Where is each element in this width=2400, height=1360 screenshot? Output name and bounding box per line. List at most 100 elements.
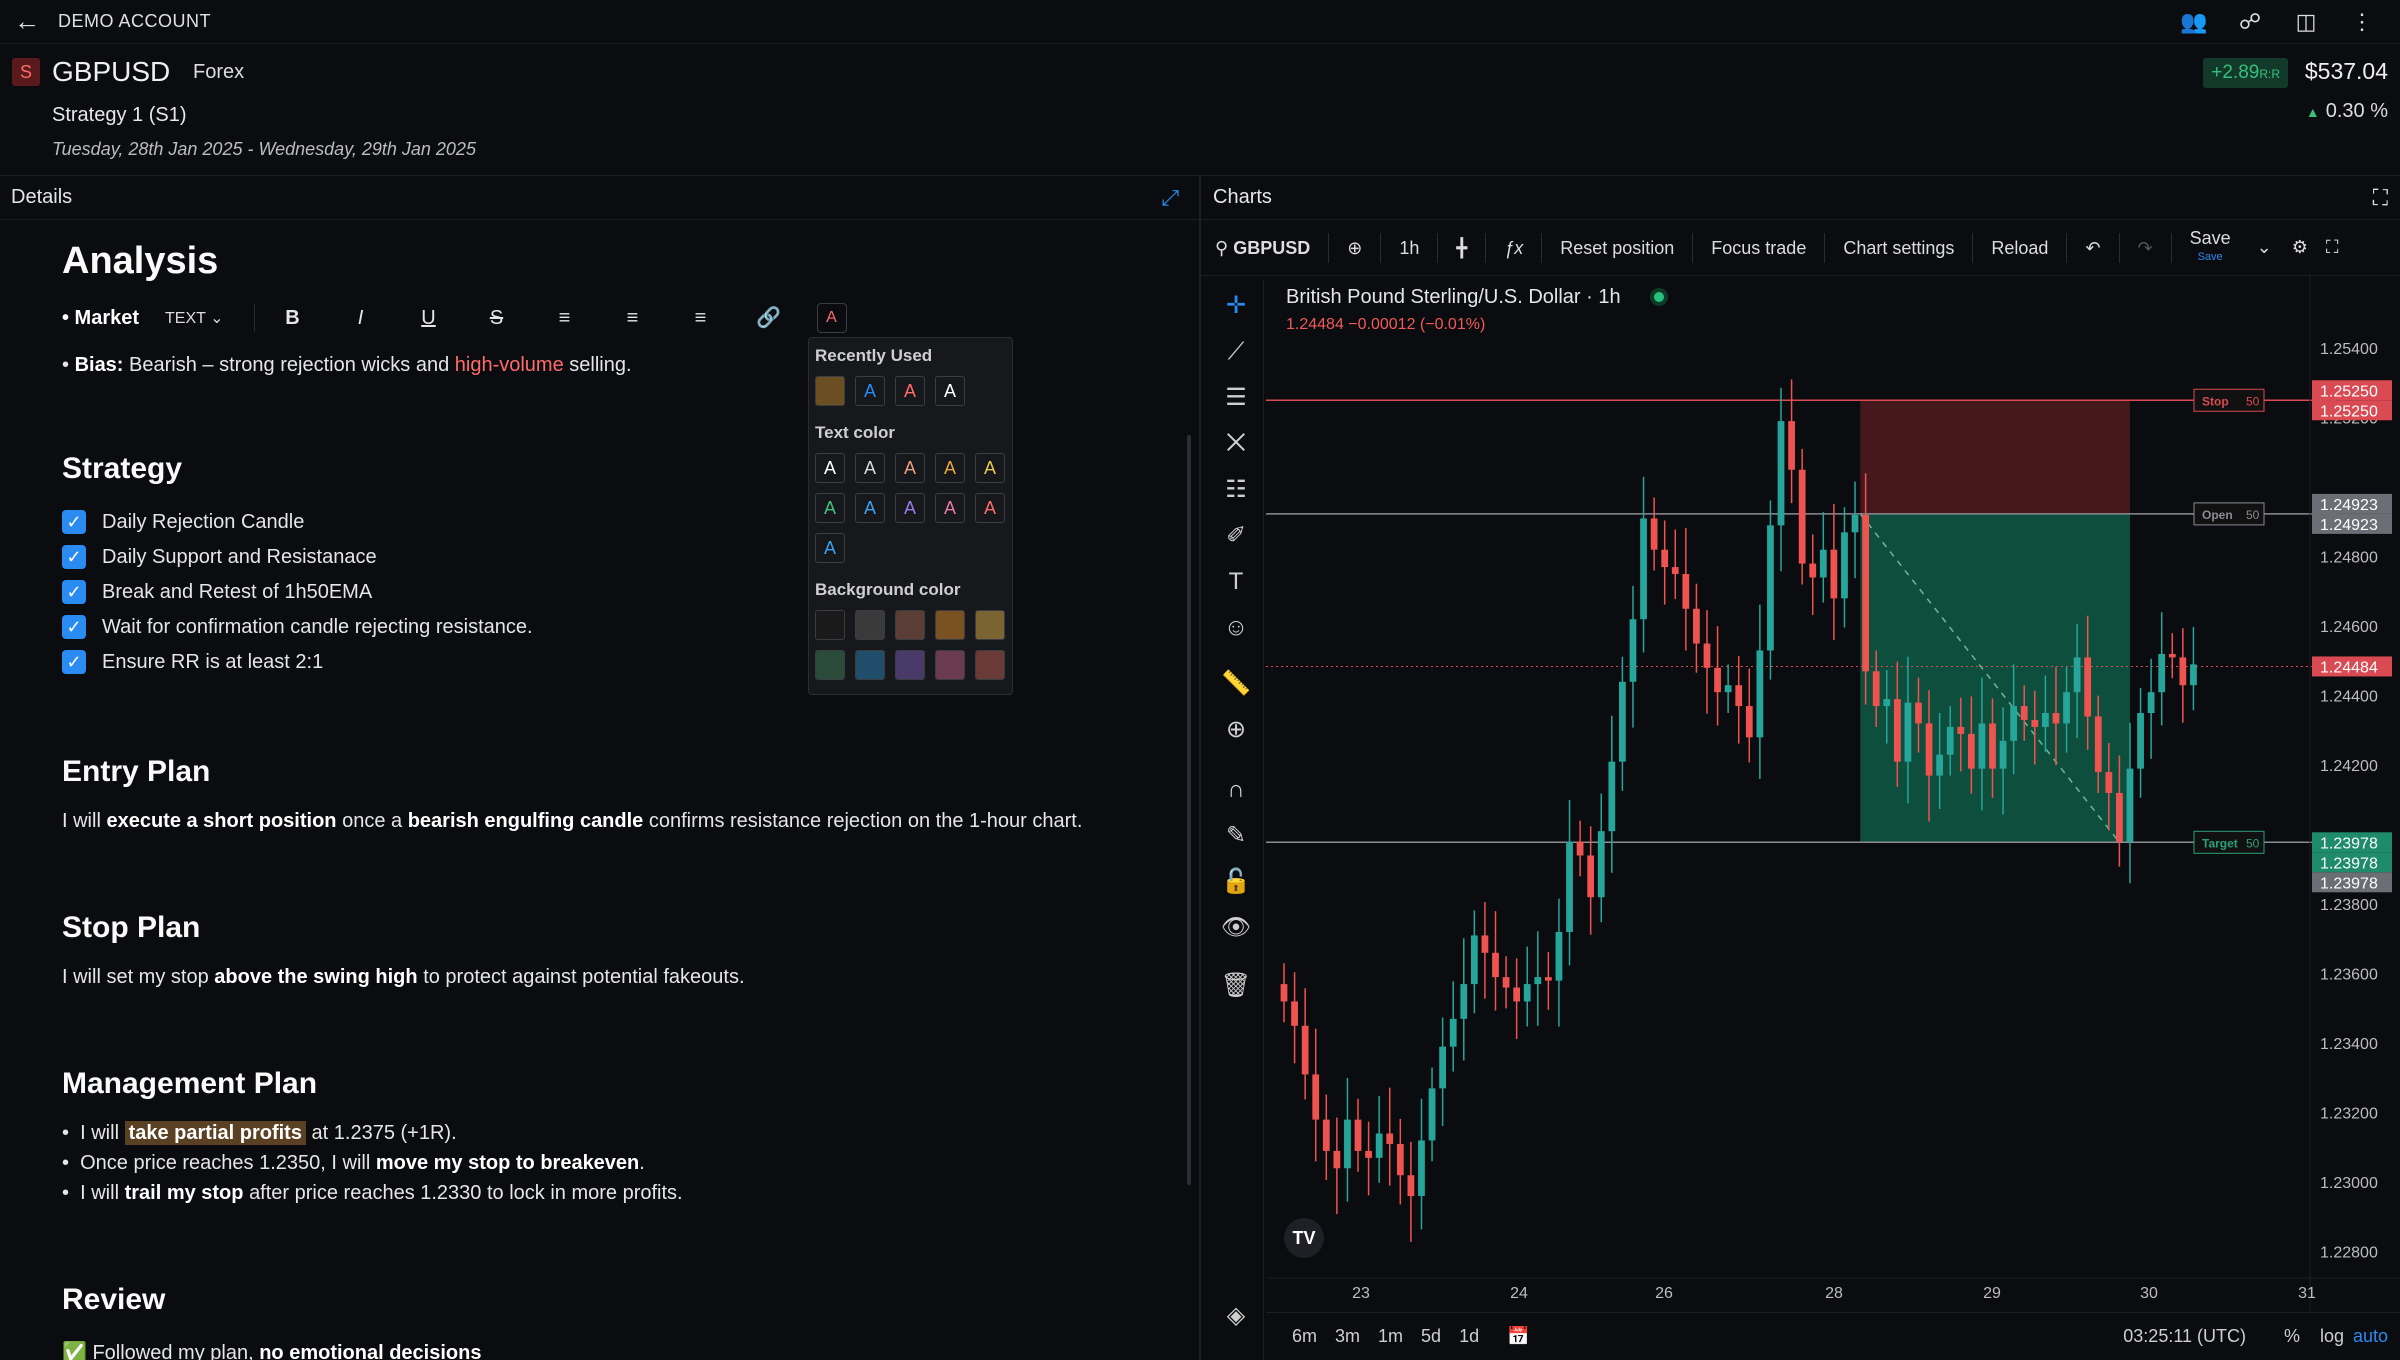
italic-button[interactable]: I [341, 300, 381, 336]
checklist-item[interactable]: ✓ Wait for confirmation candle rejecting … [62, 615, 533, 639]
fib-lines-icon[interactable]: ☰ [1220, 382, 1252, 414]
magnet-icon[interactable]: ∩ [1220, 774, 1252, 806]
add-symbol-icon[interactable]: ⊕ [1329, 232, 1382, 263]
text-color-swatch[interactable]: A [815, 533, 845, 563]
trend-line-icon[interactable]: ⟋ [1220, 336, 1252, 368]
unlock-icon[interactable]: 🔓 [1220, 866, 1252, 898]
text-color-swatch[interactable]: A [895, 453, 925, 483]
background-color-swatch[interactable] [815, 610, 845, 640]
symbol-search[interactable]: ⚲ GBPUSD [1201, 232, 1330, 263]
background-color-swatch[interactable] [975, 650, 1005, 680]
background-color-swatch[interactable] [975, 610, 1005, 640]
settings-gear-icon[interactable]: ⚙ [2280, 237, 2320, 258]
text-color-swatch[interactable]: A [895, 493, 925, 523]
layers-icon[interactable]: ◈ [1220, 1300, 1252, 1332]
date-range-icon[interactable]: 📅 [1507, 1326, 1529, 1347]
checkbox-checked-icon[interactable]: ✓ [62, 580, 86, 604]
text-color-swatch[interactable]: A [815, 453, 845, 483]
trash-icon[interactable]: 🗑 [1220, 970, 1252, 1002]
reset-position-button[interactable]: Reset position [1542, 232, 1694, 263]
text-color-button[interactable]: A [816, 303, 847, 333]
range-button[interactable]: 6m [1292, 1326, 1317, 1347]
zoom-in-icon[interactable]: ⊕ [1220, 714, 1252, 746]
strikethrough-button[interactable]: S [477, 300, 517, 336]
save-button[interactable]: Save Save [2172, 228, 2249, 265]
auto-toggle[interactable]: auto [2353, 1326, 2388, 1347]
recent-color-swatch[interactable]: A [895, 376, 925, 406]
fullscreen-icon[interactable]: ⛶ [2320, 237, 2345, 258]
more-vertical-icon[interactable]: ⋮ [2348, 8, 2376, 36]
underline-button[interactable]: U [409, 300, 449, 336]
recent-color-swatch[interactable]: A [855, 376, 885, 406]
align-left-icon[interactable]: ≡ [545, 300, 585, 336]
checkbox-checked-icon[interactable]: ✓ [62, 650, 86, 674]
interval-button[interactable]: 1h [1381, 232, 1439, 263]
save-dropdown-icon[interactable]: ⌄ [2249, 237, 2280, 258]
background-color-swatch[interactable] [935, 650, 965, 680]
save-label: Save [2189, 228, 2231, 248]
text-color-swatch[interactable]: A [815, 493, 845, 523]
text-color-swatch[interactable]: A [975, 453, 1005, 483]
checkbox-checked-icon[interactable]: ✓ [62, 545, 86, 569]
strategy-label[interactable]: Strategy 1 (S1) [52, 104, 187, 127]
share-icon[interactable]: ☍ [2236, 8, 2264, 36]
background-color-swatch[interactable] [895, 650, 925, 680]
bold-button[interactable]: B [273, 300, 313, 336]
reload-button[interactable]: Reload [1973, 232, 2068, 263]
candle-type-icon[interactable]: ╋ [1438, 232, 1487, 263]
projection-icon[interactable]: ☷ [1220, 474, 1252, 506]
focus-trade-button[interactable]: Focus trade [1693, 232, 1826, 263]
background-color-swatch[interactable] [935, 610, 965, 640]
background-color-swatch[interactable] [855, 650, 885, 680]
recent-color-swatch[interactable] [815, 376, 845, 406]
back-arrow-icon[interactable]: ← [14, 8, 40, 34]
split-view-icon[interactable]: ◫ [2292, 8, 2320, 36]
undo-icon[interactable]: ↶ [2067, 232, 2120, 263]
users-icon[interactable]: 👥 [2180, 8, 2208, 36]
redo-icon[interactable]: ↷ [2120, 232, 2172, 263]
link-icon[interactable]: 🔗 [749, 300, 789, 336]
indicators-icon[interactable]: ƒx [1486, 232, 1543, 263]
range-button[interactable]: 5d [1421, 1326, 1441, 1347]
crosshair-icon[interactable]: ✛ [1220, 290, 1252, 322]
chart-settings-button[interactable]: Chart settings [1825, 232, 1974, 263]
details-scrollbar[interactable] [1187, 435, 1191, 1185]
emoji-icon[interactable]: ☺ [1220, 612, 1252, 644]
text-style-dropdown[interactable]: TEXT ⌄ [165, 308, 223, 328]
details-editor[interactable]: Analysis • Market TEXT ⌄ B I U S ≡ ≡ ≡ 🔗… [0, 220, 1182, 1360]
align-right-icon[interactable]: ≡ [681, 300, 721, 336]
checklist-item[interactable]: ✓ Daily Rejection Candle [62, 510, 304, 534]
brush-icon[interactable]: ✐ [1220, 520, 1252, 552]
chart-canvas[interactable]: Stop50Open50Target50 1.254001.252001.248… [1266, 276, 2400, 1312]
range-button[interactable]: 3m [1335, 1326, 1360, 1347]
text-tool-icon[interactable]: T [1220, 566, 1252, 598]
background-color-swatch[interactable] [895, 610, 925, 640]
text-color-swatch[interactable]: A [855, 493, 885, 523]
collapse-icon[interactable]: ⤢ [1161, 185, 1179, 211]
range-button[interactable]: 1d [1459, 1326, 1479, 1347]
align-center-icon[interactable]: ≡ [613, 300, 653, 336]
checklist-item[interactable]: ✓ Daily Support and Resistanace [62, 545, 377, 569]
background-color-swatch[interactable] [855, 610, 885, 640]
checklist-item[interactable]: ✓ Break and Retest of 1h50EMA [62, 580, 372, 604]
ruler-icon[interactable]: 📏 [1220, 668, 1252, 700]
maximize-icon[interactable]: ⛶ [2373, 185, 2388, 211]
text-color-swatch[interactable]: A [935, 453, 965, 483]
log-toggle[interactable]: log [2320, 1326, 2344, 1347]
text-color-swatch[interactable]: A [855, 453, 885, 483]
panel-divider[interactable] [1199, 176, 1201, 1360]
percent-toggle[interactable]: % [2284, 1326, 2300, 1347]
text-color-swatch[interactable]: A [935, 493, 965, 523]
price-chart[interactable]: Stop50Open50Target50 1.254001.252001.248… [1266, 276, 2400, 1312]
eye-icon[interactable]: 👁 [1220, 912, 1252, 944]
pattern-icon[interactable]: ⨉ [1220, 428, 1252, 460]
tradingview-logo-icon[interactable]: TV [1284, 1218, 1324, 1258]
checkbox-checked-icon[interactable]: ✓ [62, 510, 86, 534]
range-button[interactable]: 1m [1378, 1326, 1403, 1347]
checklist-item[interactable]: ✓ Ensure RR is at least 2:1 [62, 650, 323, 674]
text-color-swatch[interactable]: A [975, 493, 1005, 523]
recent-color-swatch[interactable]: A [935, 376, 965, 406]
lock-drawing-icon[interactable]: ✎ [1220, 820, 1252, 852]
background-color-swatch[interactable] [815, 650, 845, 680]
checkbox-checked-icon[interactable]: ✓ [62, 615, 86, 639]
